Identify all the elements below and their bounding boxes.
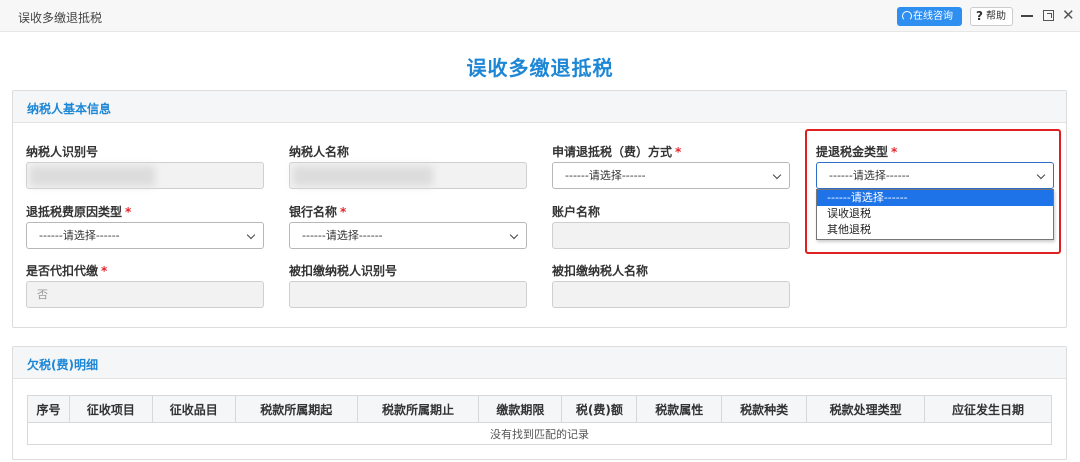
redaction-blur [293, 166, 433, 186]
withheld-taxpayer-name-field[interactable] [552, 281, 790, 308]
column-header[interactable]: 缴款期限 [478, 395, 563, 423]
taxpayer-name-label: 纳税人名称 [289, 145, 350, 159]
taxpayer-info-title: 纳税人基本信息 [27, 102, 112, 116]
window-title: 误收多缴退抵税 [18, 11, 103, 25]
arrears-detail-header: 欠税(费)明细 [13, 347, 1066, 379]
withholding-field[interactable]: 否 [26, 281, 264, 308]
table-row: 没有找到匹配的记录 [27, 422, 1052, 445]
withheld-taxpayer-id-field[interactable] [289, 281, 527, 308]
column-header[interactable]: 应征发生日期 [924, 395, 1052, 423]
taxpayer-info-header: 纳税人基本信息 [13, 91, 1066, 123]
bank-name-select[interactable]: ------请选择------ [289, 222, 527, 249]
arrears-detail-title: 欠税(费)明细 [27, 358, 98, 372]
highlight-annotation-box [805, 129, 1061, 254]
column-header[interactable]: 税款种类 [721, 395, 808, 423]
minimize-icon[interactable] [1021, 15, 1033, 17]
column-header[interactable]: 税款属性 [636, 395, 723, 423]
empty-message: 没有找到匹配的记录 [27, 422, 1052, 445]
refund-method-select[interactable]: ------请选择------ [552, 162, 790, 189]
column-header[interactable]: 征收项目 [68, 395, 153, 423]
close-icon[interactable]: ✕ [1062, 5, 1075, 25]
help-label: 帮助 [986, 11, 1006, 22]
window-titlebar: 误收多缴退抵税 在线咨询 ? 帮助 ✕ [0, 0, 1080, 32]
withheld-taxpayer-id-label: 被扣缴纳税人识别号 [289, 264, 398, 278]
chevron-down-icon [509, 230, 519, 240]
headset-icon [902, 11, 912, 21]
maximize-icon[interactable] [1043, 10, 1054, 21]
withheld-taxpayer-name-label: 被扣缴纳税人名称 [552, 264, 649, 278]
table-header-row: 序号 征收项目 征收品目 税款所属期起 税款所属期止 缴款期限 税(费)额 税款属性 税款种类税… [27, 395, 1052, 423]
refund-reason-select[interactable]: ------请选择------ [26, 222, 264, 249]
column-header[interactable]: 税款所属期起 [234, 395, 358, 423]
arrears-table: 序号 征收项目 征收品目 税款所属期起 税款所属期止 缴款期限 税(费)额 税款属性 税款种类税… [27, 395, 1052, 445]
bank-name-label: 银行名称 * [289, 205, 347, 219]
account-name-field[interactable] [552, 222, 790, 249]
withholding-label: 是否代扣代缴 * [26, 264, 108, 278]
redaction-blur [30, 166, 155, 186]
column-header[interactable]: 税款所属期止 [356, 395, 480, 423]
chevron-down-icon [246, 230, 256, 240]
column-header[interactable]: 序号 [27, 395, 70, 423]
account-name-label: 账户名称 [552, 205, 601, 219]
page-title: 误收多缴退抵税 [466, 56, 614, 80]
online-consult-button[interactable]: 在线咨询 [897, 7, 962, 26]
taxpayer-id-label: 纳税人识别号 [26, 145, 99, 159]
refund-method-label: 申请退抵税（费）方式 * [552, 145, 682, 159]
refund-reason-label: 退抵税费原因类型 * [26, 205, 132, 219]
online-consult-label: 在线咨询 [913, 11, 953, 22]
question-icon: ? [976, 9, 983, 23]
help-button[interactable]: ? 帮助 [970, 7, 1013, 26]
chevron-down-icon [772, 170, 782, 180]
arrears-detail-panel: 欠税(费)明细 序号 征收项目 征收品目 税款所属期起 税款所属期止 缴款期限 税(费)额税… [12, 346, 1067, 460]
column-header[interactable]: 税款处理类型 [806, 395, 926, 423]
column-header[interactable]: 征收品目 [151, 395, 236, 423]
column-header[interactable]: 税(费)额 [561, 395, 638, 423]
